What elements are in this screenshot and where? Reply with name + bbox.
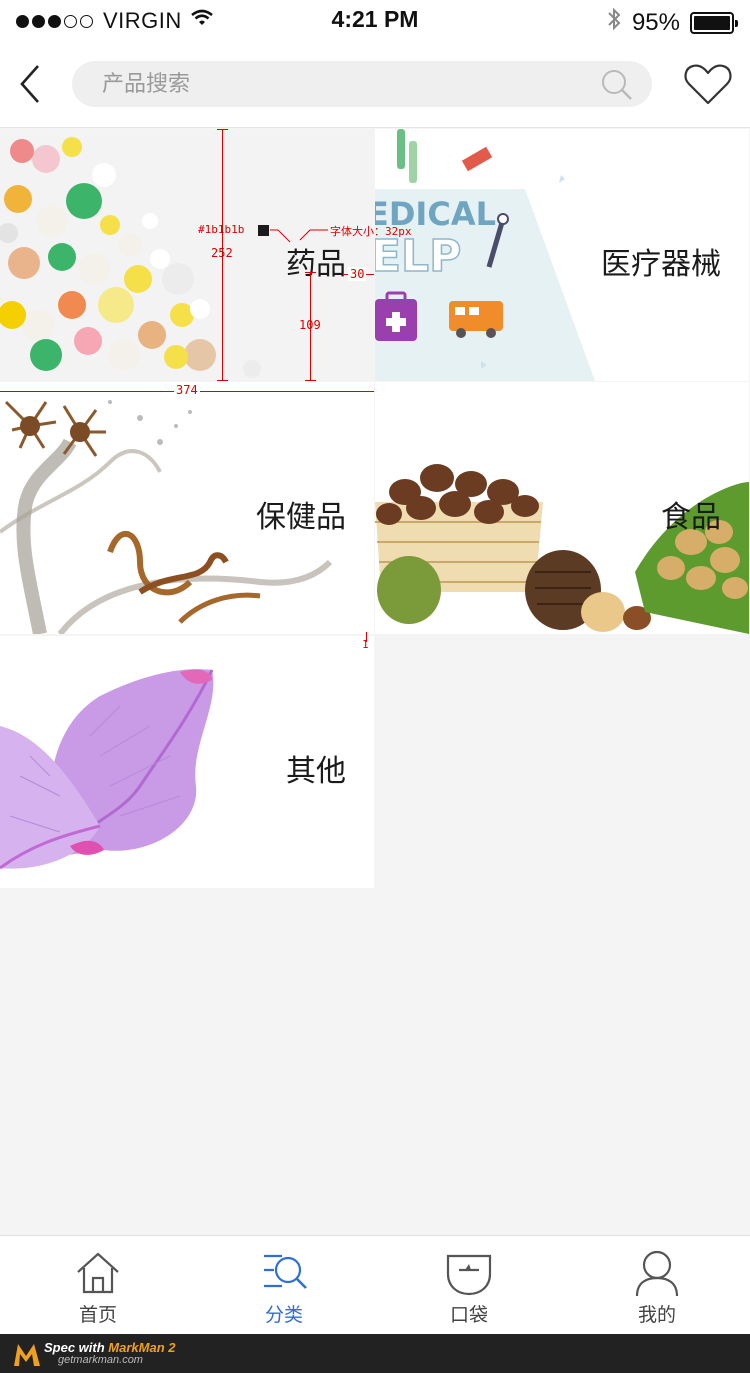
tab-label: 分类: [264, 1304, 303, 1326]
status-bar: VIRGIN 4:21 PM 95%: [0, 0, 750, 40]
category-label: 医疗器械: [601, 247, 721, 282]
pocket-icon: [446, 1254, 492, 1296]
tab-profile[interactable]: 我的: [597, 1236, 717, 1335]
search-input[interactable]: [102, 61, 572, 107]
tab-pocket[interactable]: 口袋: [409, 1236, 529, 1335]
app-screen: VIRGIN 4:21 PM 95% 产品搜索 药品 EDICAL ELP 医疗…: [0, 0, 750, 1373]
annotation-bottom: 109: [299, 318, 321, 332]
category-tile-medical-device[interactable]: EDICAL ELP 医疗器械: [375, 129, 749, 381]
annotation-height: 252: [211, 246, 233, 260]
home-icon: [77, 1252, 119, 1294]
tab-label: 口袋: [449, 1304, 488, 1326]
measure-cap: [305, 380, 316, 381]
markman-logo-icon: [14, 1344, 40, 1366]
heart-icon: [684, 64, 732, 105]
watermark-url: getmarkman.com: [58, 1354, 143, 1366]
search-bar[interactable]: [72, 61, 652, 107]
annotation-gap: 1: [362, 638, 369, 651]
annotation-arrows: [270, 229, 328, 243]
annotation-font-size: 字体大小：32px: [330, 225, 412, 238]
battery-percent: 95%: [631, 8, 680, 36]
watermark-title: Spec with MarkMan 2: [44, 1340, 176, 1355]
favorite-button[interactable]: [682, 62, 734, 108]
category-tile-medicine[interactable]: 药品: [0, 129, 374, 381]
category-label: 其他: [286, 754, 346, 789]
annotation-right-margin: 30: [348, 267, 367, 281]
category-tile-health-product[interactable]: 保健品: [0, 382, 374, 634]
annotation-color: #1b1b1b: [198, 223, 245, 236]
watermark-prefix: Spec with: [44, 1340, 109, 1355]
tab-label: 首页: [78, 1304, 117, 1326]
category-search-icon: [264, 1254, 307, 1289]
category-tile-other[interactable]: 其他: [0, 636, 374, 888]
tab-label: 我的: [637, 1304, 676, 1326]
markman-watermark: Spec with MarkMan 2 getmarkman.com: [0, 1334, 750, 1373]
bluetooth-icon: [606, 6, 622, 39]
tab-category[interactable]: 分类: [224, 1236, 344, 1335]
category-label: 食品: [661, 500, 721, 535]
category-tile-food[interactable]: 食品: [375, 382, 749, 634]
measure-cap: [305, 272, 316, 273]
tab-home[interactable]: 首页: [38, 1236, 158, 1335]
annotation-width: 374: [174, 383, 200, 397]
top-nav-bar: [0, 40, 750, 128]
watermark-brand: MarkMan 2: [108, 1340, 176, 1355]
status-right: 95%: [606, 6, 738, 39]
user-icon: [635, 1250, 679, 1296]
measure-cap: [217, 380, 228, 381]
measure-cap: [217, 129, 228, 130]
search-icon[interactable]: [600, 68, 634, 102]
back-button[interactable]: [14, 60, 50, 108]
chevron-left-icon: [20, 65, 39, 103]
battery-icon: [690, 11, 738, 34]
color-swatch: [258, 225, 269, 236]
bottom-tab-bar: 首页 分类 口袋 我的: [0, 1235, 750, 1334]
category-label: 保健品: [256, 500, 346, 535]
